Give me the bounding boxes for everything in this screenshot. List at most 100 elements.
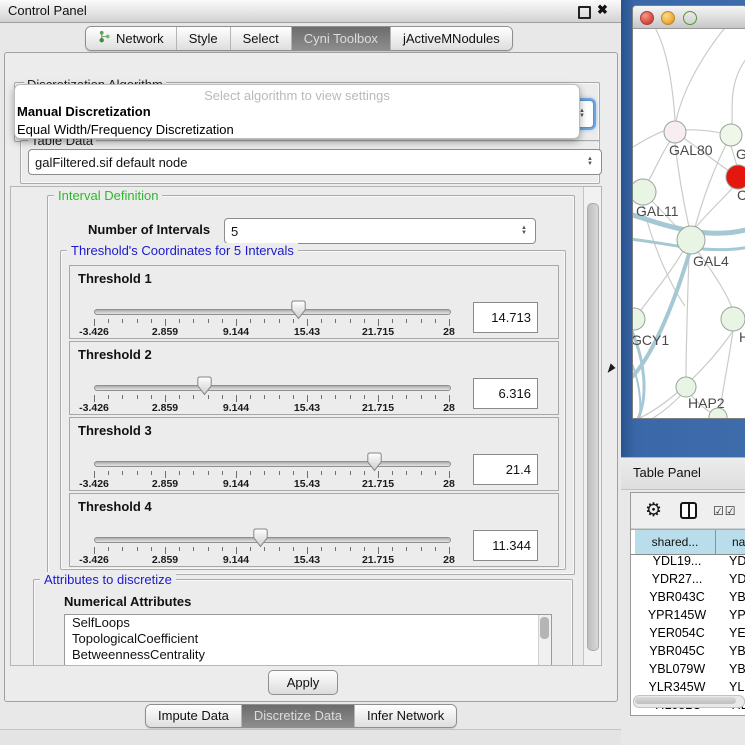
table-row[interactable]: YER054CYER054C — [631, 626, 745, 644]
table-row[interactable]: YPR145WYPR145W — [631, 608, 745, 626]
slider-thumb[interactable] — [197, 376, 212, 396]
settings-vertical-scrollbar[interactable] — [583, 187, 601, 665]
table-row[interactable]: YBR043CYBR043C — [631, 590, 745, 608]
slider-tick — [406, 319, 407, 323]
gear-icon[interactable]: ⚙ — [645, 499, 662, 522]
list-scrollbar-thumb[interactable] — [540, 617, 549, 639]
network-node[interactable] — [726, 165, 745, 189]
slider-tick — [421, 319, 422, 323]
numerical-attributes-label: Numerical Attributes — [64, 594, 191, 609]
table-horizontal-scrollbar[interactable] — [633, 695, 745, 708]
network-node[interactable] — [664, 121, 686, 143]
algorithm-option[interactable]: Manual Discretization — [15, 103, 579, 121]
threshold-value-box[interactable]: 11.344 — [473, 530, 538, 561]
slider-tick — [250, 471, 251, 475]
threshold-value-box[interactable]: 14.713 — [473, 302, 538, 333]
slider-track[interactable] — [94, 537, 451, 543]
bottom-tab-impute-data[interactable]: Impute Data — [146, 705, 242, 727]
threshold-label: Threshold 1 — [78, 271, 152, 286]
slider-tick — [406, 395, 407, 399]
tab-label: Network — [116, 31, 164, 46]
settings-scrollbar-thumb[interactable] — [587, 203, 599, 651]
dropdown-hint: Select algorithm to view settings — [15, 85, 579, 103]
tab-jactivemnodules[interactable]: jActiveMNodules — [391, 27, 512, 50]
threshold-label: Threshold 3 — [78, 423, 152, 438]
network-node[interactable] — [633, 308, 645, 330]
tab-label: Infer Network — [367, 708, 444, 723]
slider-tick — [236, 395, 237, 402]
select-columns-icon[interactable]: ☑☑ — [713, 504, 737, 518]
tick-label: 15.43 — [294, 478, 320, 490]
network-node[interactable] — [720, 124, 742, 146]
slider-tick — [293, 471, 294, 475]
network-node[interactable] — [633, 179, 656, 205]
slider-track[interactable] — [94, 385, 451, 391]
slider-tick — [378, 471, 379, 478]
slider-tick — [137, 395, 138, 399]
tab-cyni-toolbox[interactable]: Cyni Toolbox — [292, 27, 391, 50]
tab-network[interactable]: Network — [86, 27, 177, 50]
network-node[interactable] — [721, 307, 745, 331]
slider-tick — [321, 395, 322, 399]
network-window-titlebar[interactable] — [633, 6, 745, 29]
slider-track[interactable] — [94, 309, 451, 315]
attribute-list-item[interactable]: SelfLoops — [65, 615, 551, 631]
num-intervals-combo[interactable]: 5 ▲▼ — [224, 218, 536, 244]
close-icon[interactable]: ✖ — [597, 2, 608, 18]
close-traffic-icon[interactable] — [640, 11, 654, 25]
network-canvas[interactable]: GAL80GACGAL11GAL4GCY1HHAP2 — [633, 29, 745, 419]
table-row[interactable]: YDR27...YDR27... — [631, 572, 745, 590]
slider-tick — [335, 547, 336, 551]
slider-tick — [364, 395, 365, 399]
attributes-list[interactable]: SelfLoopsTopologicalCoefficientBetweenne… — [64, 614, 552, 666]
cell-shared-name: YBR043C — [631, 590, 719, 608]
slider-tick — [193, 471, 194, 475]
slider-thumb[interactable] — [291, 300, 306, 320]
num-intervals-label: Number of Intervals — [88, 222, 210, 237]
threshold-value-box[interactable]: 21.4 — [473, 454, 538, 485]
minimize-traffic-icon[interactable] — [661, 11, 675, 25]
column-header-name[interactable]: na — [716, 530, 745, 554]
table-row[interactable]: YDL19...YDL19... — [631, 554, 745, 572]
column-header-shared-name[interactable]: shared... — [635, 530, 716, 554]
cell-name: YBL079W — [719, 662, 745, 680]
num-intervals-value: 5 — [231, 224, 521, 239]
attribute-list-item[interactable]: BetweennessCentrality — [65, 647, 551, 663]
table-row[interactable]: YBR045CYBR045C — [631, 644, 745, 662]
table-toolbar: ⚙ ☑☑ — [631, 493, 745, 529]
slider-thumb[interactable] — [253, 528, 268, 548]
list-scrollbar[interactable] — [538, 615, 551, 666]
table-row[interactable]: YBL079WYBL079W — [631, 662, 745, 680]
slider-tick — [179, 471, 180, 475]
network-node-label: GAL4 — [693, 253, 729, 269]
slider-tick — [236, 547, 237, 554]
slider-track[interactable] — [94, 461, 451, 467]
slider-tick — [165, 471, 166, 478]
float-window-icon[interactable] — [578, 6, 591, 19]
slider-tick — [165, 395, 166, 402]
table-header-row: shared... na — [631, 529, 745, 555]
slider-thumb[interactable] — [367, 452, 382, 472]
bottom-tab-discretize-data[interactable]: Discretize Data — [242, 705, 355, 727]
slider-tick — [392, 319, 393, 323]
hscrollbar-thumb[interactable] — [635, 697, 736, 704]
algorithm-option[interactable]: Equal Width/Frequency Discretization — [15, 121, 579, 139]
tick-label: 2.859 — [152, 478, 178, 490]
slider-tick — [179, 547, 180, 551]
tab-select[interactable]: Select — [231, 27, 292, 50]
threshold-value-box[interactable]: 6.316 — [473, 378, 538, 409]
attribute-list-item[interactable]: TopologicalCoefficient — [65, 631, 551, 647]
cell-shared-name: YBL079W — [631, 662, 719, 680]
attributes-group-title: Attributes to discretize — [40, 572, 176, 587]
network-node[interactable] — [676, 377, 696, 397]
slider-tick — [279, 319, 280, 323]
slider-tick — [449, 471, 450, 478]
table-data-combo[interactable]: galFiltered.sif default node ▲▼ — [28, 149, 602, 175]
zoom-traffic-icon[interactable] — [683, 11, 697, 25]
apply-button[interactable]: Apply — [268, 670, 338, 695]
tab-style[interactable]: Style — [177, 27, 231, 50]
split-view-icon[interactable] — [680, 502, 697, 519]
bottom-tab-infer-network[interactable]: Infer Network — [355, 705, 456, 727]
slider-tick — [406, 547, 407, 551]
network-node[interactable] — [677, 226, 705, 254]
